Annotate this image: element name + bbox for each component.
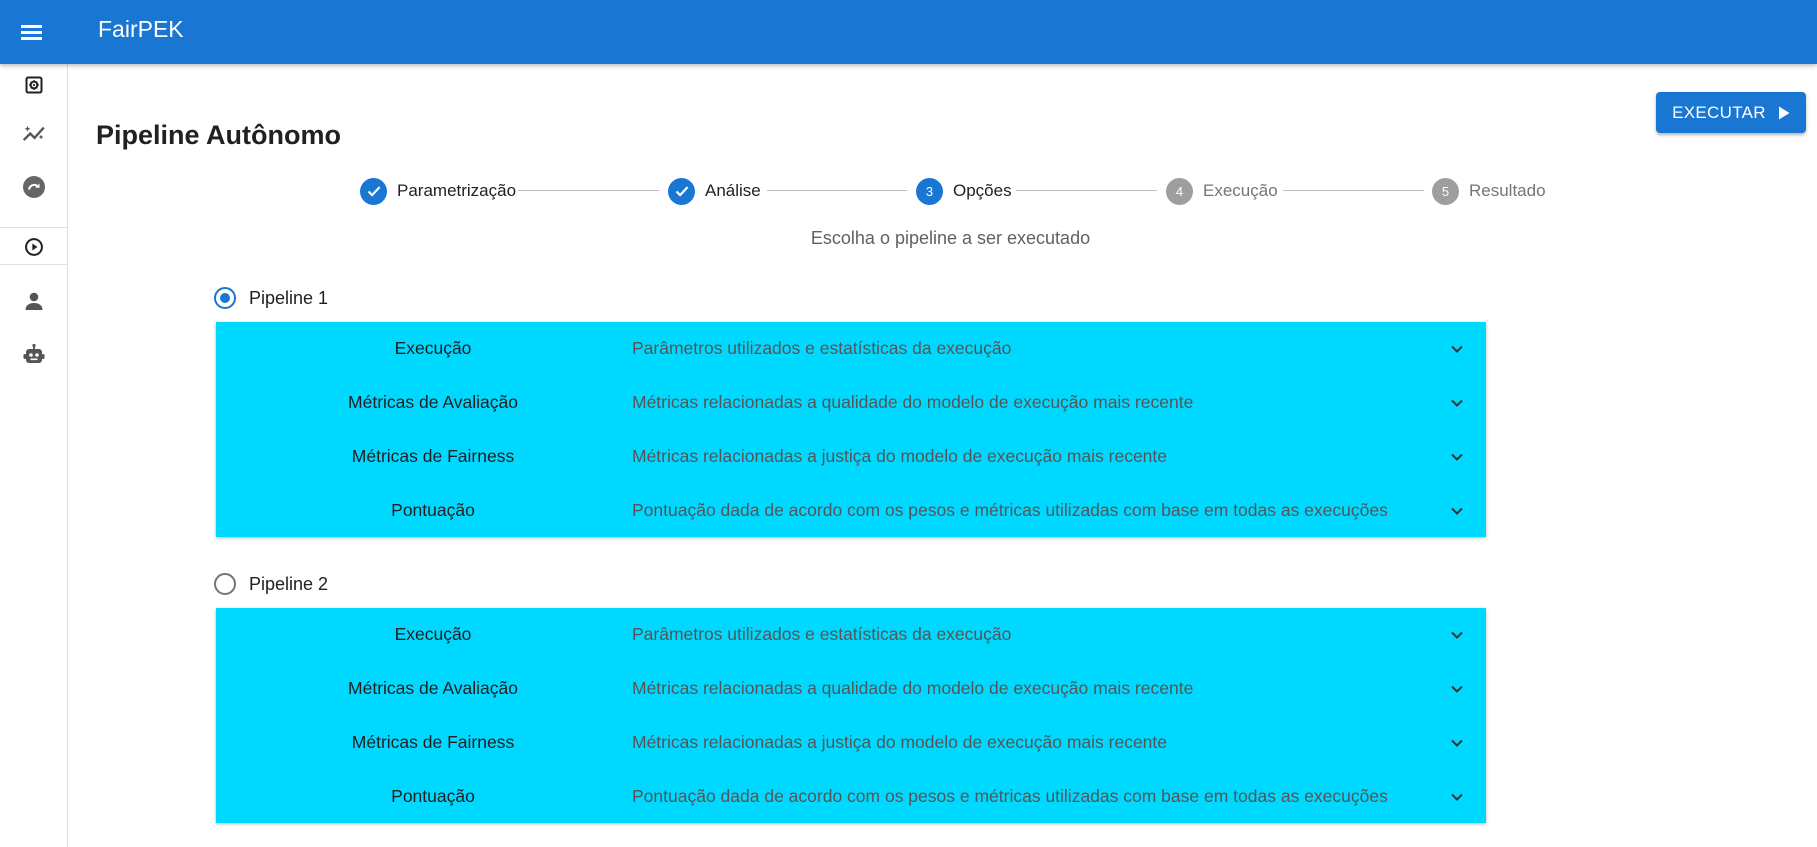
step-number: 4 <box>1166 177 1193 205</box>
accordion-title: Pontuação <box>391 786 475 806</box>
accordion-description: Parâmetros utilizados e estatísticas da … <box>632 338 1012 358</box>
step-connector <box>767 190 907 191</box>
step-number: 3 <box>916 177 943 205</box>
step-number: 5 <box>1432 177 1459 205</box>
accordion-title: Métricas de Fairness <box>351 732 515 752</box>
step-execucao[interactable]: 4 Execução <box>1166 176 1278 206</box>
execute-button-label: EXECUTAR <box>1672 102 1766 122</box>
step-resultado[interactable]: 5 Resultado <box>1432 176 1546 206</box>
chevron-down-icon <box>1451 739 1463 747</box>
accordion-row-metricas-avaliacao[interactable]: Métricas de Avaliação Métricas relaciona… <box>216 662 1486 716</box>
pipeline-2-accordion: Execução Parâmetros utilizados e estatís… <box>216 608 1486 823</box>
accordion-description: Métricas relacionadas a qualidade do mod… <box>632 678 1194 698</box>
person-icon <box>25 292 42 310</box>
step-label: Resultado <box>1469 181 1546 200</box>
auto-graph-icon <box>22 125 45 141</box>
step-label: Opções <box>953 181 1012 200</box>
step-connector <box>518 190 659 191</box>
accordion-row-execucao[interactable]: Execução Parâmetros utilizados e estatís… <box>216 322 1486 376</box>
pipeline-2-radio[interactable]: Pipeline 2 <box>214 569 328 599</box>
accordion-title: Métricas de Avaliação <box>348 392 518 412</box>
accordion-row-pontuacao[interactable]: Pontuação Pontuação dada de acordo com o… <box>216 770 1486 823</box>
sidebar-item-settings[interactable] <box>0 70 67 100</box>
pipeline-label: Pipeline 2 <box>249 573 329 594</box>
pipeline-label: Pipeline 1 <box>249 287 329 308</box>
chevron-down-icon <box>1451 399 1463 407</box>
check-icon <box>360 177 387 205</box>
accordion-row-execucao[interactable]: Execução Parâmetros utilizados e estatís… <box>216 608 1486 662</box>
menu-icon[interactable] <box>16 16 48 48</box>
robot-icon <box>23 343 44 363</box>
accordion-description: Pontuação dada de acordo com os pesos e … <box>632 786 1388 806</box>
sidebar-item-bot[interactable] <box>0 330 67 380</box>
accordion-row-metricas-fairness[interactable]: Métricas de Fairness Métricas relacionad… <box>216 716 1486 770</box>
sidebar-divider <box>0 264 67 265</box>
accordion-description: Pontuação dada de acordo com os pesos e … <box>632 500 1388 520</box>
step-label: Análise <box>705 181 761 200</box>
accordion-title: Execução <box>394 338 472 358</box>
accordion-row-metricas-avaliacao[interactable]: Métricas de Avaliação Métricas relaciona… <box>216 376 1486 430</box>
step-parametrizacao[interactable]: Parametrização <box>360 176 516 206</box>
accordion-title: Métricas de Fairness <box>351 446 515 466</box>
step-opcoes[interactable]: 3 Opções <box>916 176 1012 206</box>
chevron-down-icon <box>1451 345 1463 353</box>
pipeline-1-accordion: Execução Parâmetros utilizados e estatís… <box>216 322 1486 537</box>
app-title: FairPEK <box>98 16 184 42</box>
check-icon <box>668 177 695 205</box>
accordion-description: Métricas relacionadas a qualidade do mod… <box>632 392 1194 412</box>
accordion-description: Métricas relacionadas a justiça do model… <box>632 732 1168 752</box>
chevron-down-icon <box>1451 793 1463 801</box>
sidebar-item-profile[interactable] <box>0 276 67 326</box>
accordion-row-pontuacao[interactable]: Pontuação Pontuação dada de acordo com o… <box>216 484 1486 537</box>
accordion-title: Execução <box>394 624 472 644</box>
execute-button[interactable]: EXECUTAR <box>1656 92 1806 133</box>
chevron-down-icon <box>1451 631 1463 639</box>
accordion-title: Métricas de Avaliação <box>348 678 518 698</box>
settings-box-icon <box>25 76 42 94</box>
step-label: Parametrização <box>397 181 517 200</box>
app-bar: FairPEK <box>0 0 1817 64</box>
chevron-down-icon <box>1451 507 1463 515</box>
step-label: Execução <box>1203 181 1278 200</box>
page-title: Pipeline Autônomo <box>96 120 341 150</box>
radio-unchecked-icon <box>214 573 236 595</box>
play-arrow-icon <box>1778 106 1790 119</box>
step-connector <box>1016 190 1157 191</box>
sidebar-item-analytics[interactable] <box>0 108 67 158</box>
accordion-description: Métricas relacionadas a justiça do model… <box>632 446 1168 466</box>
step-analise[interactable]: Análise <box>668 176 761 206</box>
chevron-down-icon <box>1451 453 1463 461</box>
radio-checked-icon <box>214 287 236 309</box>
pipeline-1-radio[interactable]: Pipeline 1 <box>214 283 328 313</box>
accordion-description: Parâmetros utilizados e estatísticas da … <box>632 624 1012 644</box>
accordion-title: Pontuação <box>391 500 475 520</box>
step-connector <box>1283 190 1424 191</box>
step-subtitle: Escolha o pipeline a ser executado <box>810 228 1091 248</box>
chevron-down-icon <box>1451 685 1463 693</box>
stepper: Parametrização Análise 3 Opções 4 Execuç… <box>0 176 1817 206</box>
accordion-row-metricas-fairness[interactable]: Métricas de Fairness Métricas relacionad… <box>216 430 1486 484</box>
